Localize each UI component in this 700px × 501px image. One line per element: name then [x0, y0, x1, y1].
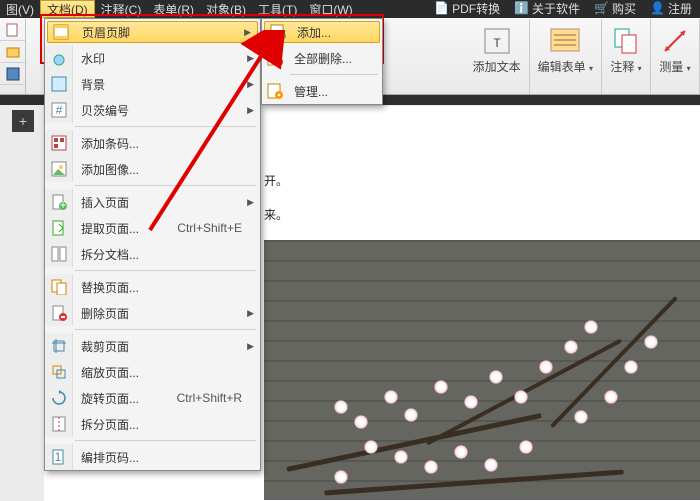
background-icon [45, 71, 73, 97]
menu-bates-label: 贝茨编号 [73, 102, 260, 119]
delete-page-icon [45, 300, 73, 326]
submenu-arrow-icon: ▶ [244, 27, 251, 38]
split-doc-icon [45, 241, 73, 267]
svg-text:#: # [55, 103, 62, 117]
menu-header-footer[interactable]: 页眉页脚 ▶ [47, 21, 258, 43]
watermark-icon [45, 45, 73, 71]
svg-text:T: T [493, 36, 501, 50]
doc-line-2: 来。 [264, 198, 288, 232]
menu-delete-pages[interactable]: 删除页面 ▶ [45, 300, 260, 326]
svg-text:+: + [278, 28, 285, 40]
resize-icon [45, 359, 73, 385]
rotate-icon [45, 385, 73, 411]
menu-split-pages-label: 拆分页面... [73, 416, 260, 433]
tool-edit-form[interactable]: 编辑表单 ▾ [530, 19, 602, 94]
menu-replace-pages-label: 替换页面... [73, 279, 260, 296]
tool-measure[interactable]: 测量 ▾ [651, 19, 700, 94]
document-image [264, 240, 700, 500]
text-icon: T [481, 25, 513, 57]
menu-split-doc[interactable]: 拆分文档... [45, 241, 260, 267]
menu-resize-pages[interactable]: 缩放页面... [45, 359, 260, 385]
annotate-icon [610, 25, 642, 57]
menu-resize-pages-label: 缩放页面... [73, 364, 260, 381]
quick-new-icon[interactable] [0, 19, 25, 41]
menu-split-pages[interactable]: 拆分页面... [45, 411, 260, 437]
new-tab-button[interactable]: + [12, 110, 34, 132]
menu-header-footer-label: 页眉页脚 [74, 24, 257, 41]
crop-icon [45, 333, 73, 359]
insert-page-icon: + [45, 189, 73, 215]
submenu-remove-all[interactable]: 全部删除... [262, 45, 382, 71]
svg-text:1: 1 [54, 450, 61, 464]
menu-extract-pages[interactable]: 提取页面... Ctrl+Shift+E [45, 215, 260, 241]
menu-watermark[interactable]: 水印 ▶ [45, 45, 260, 71]
split-page-icon [45, 411, 73, 437]
menu-image[interactable]: 添加图像... [45, 156, 260, 182]
menu-split-doc-label: 拆分文档... [73, 246, 260, 263]
header-footer-submenu: + 添加... 全部删除... 管理... [261, 18, 383, 105]
menu-crop-pages[interactable]: 裁剪页面 ▶ [45, 333, 260, 359]
menu-background-label: 背景 [73, 76, 260, 93]
submenu-manage[interactable]: 管理... [262, 78, 382, 104]
menu-forms[interactable]: 表单(R) [147, 0, 200, 18]
submenu-remove-all-label: 全部删除... [288, 50, 382, 67]
menu-replace-pages[interactable]: 替换页面... [45, 274, 260, 300]
measure-icon [659, 25, 691, 57]
extract-page-icon [45, 215, 73, 241]
menu-rotate-accel: Ctrl+Shift+R [177, 391, 260, 405]
svg-text:+: + [59, 198, 66, 210]
menu-background[interactable]: 背景 ▶ [45, 71, 260, 97]
menu-view[interactable]: 图(V) [0, 0, 40, 18]
register-link[interactable]: 👤注册 [650, 0, 692, 17]
quick-access-column [0, 19, 26, 94]
header-footer-icon [48, 19, 74, 45]
about-link[interactable]: ℹ️关于软件 [514, 0, 580, 17]
manage-icon [262, 78, 288, 104]
tool-add-text[interactable]: T 添加文本 [465, 19, 530, 94]
menu-watermark-label: 水印 [73, 50, 260, 67]
menu-delete-pages-label: 删除页面 [73, 305, 260, 322]
menu-tools[interactable]: 工具(T) [252, 0, 303, 18]
document-text: 开。 来。 [264, 164, 288, 232]
menu-barcode[interactable]: 添加条码... [45, 130, 260, 156]
menu-rotate-pages[interactable]: 旋转页面... Ctrl+Shift+R [45, 385, 260, 411]
bates-icon: # [45, 97, 73, 123]
replace-page-icon [45, 274, 73, 300]
menu-barcode-label: 添加条码... [73, 135, 260, 152]
menu-rotate-pages-label: 旋转页面... [73, 390, 177, 407]
submenu-add[interactable]: + 添加... [264, 21, 380, 43]
tool-annotate[interactable]: 注释 ▾ [602, 19, 651, 94]
add-icon: + [265, 19, 291, 45]
menu-comments[interactable]: 注释(C) [95, 0, 148, 18]
menu-crop-pages-label: 裁剪页面 [73, 338, 260, 355]
quick-open-icon[interactable] [0, 41, 25, 63]
menu-image-label: 添加图像... [73, 161, 260, 178]
menu-insert-pages[interactable]: + 插入页面 ▶ [45, 189, 260, 215]
menu-document[interactable]: 文档(D) [40, 0, 95, 18]
remove-all-icon [262, 45, 288, 71]
submenu-add-label: 添加... [291, 24, 379, 41]
menu-page-numbering-label: 编排页码... [73, 449, 260, 466]
quick-save-icon[interactable] [0, 63, 25, 85]
pdf-convert-link[interactable]: 📄PDF转换 [434, 0, 500, 17]
image-icon [45, 156, 73, 182]
menu-window[interactable]: 窗口(W) [303, 0, 358, 18]
menu-bates[interactable]: # 贝茨编号 ▶ [45, 97, 260, 123]
buy-link[interactable]: 🛒购买 [594, 0, 636, 17]
submenu-manage-label: 管理... [288, 83, 382, 100]
doc-line-1: 开。 [264, 164, 288, 198]
menu-insert-pages-label: 插入页面 [73, 194, 260, 211]
barcode-icon [45, 130, 73, 156]
title-actions: 📄PDF转换 ℹ️关于软件 🛒购买 👤注册 [434, 0, 692, 16]
menu-objects[interactable]: 对象(B) [200, 0, 252, 18]
menu-page-numbering[interactable]: 1 编排页码... [45, 444, 260, 470]
menu-extract-accel: Ctrl+Shift+E [177, 221, 260, 235]
menu-extract-pages-label: 提取页面... [73, 220, 177, 237]
form-icon [549, 25, 581, 57]
document-menu-dropdown: 页眉页脚 ▶ 水印 ▶ 背景 ▶ # 贝茨编号 ▶ 添加条码... 添加图像..… [44, 18, 261, 471]
numbering-icon: 1 [45, 444, 73, 470]
